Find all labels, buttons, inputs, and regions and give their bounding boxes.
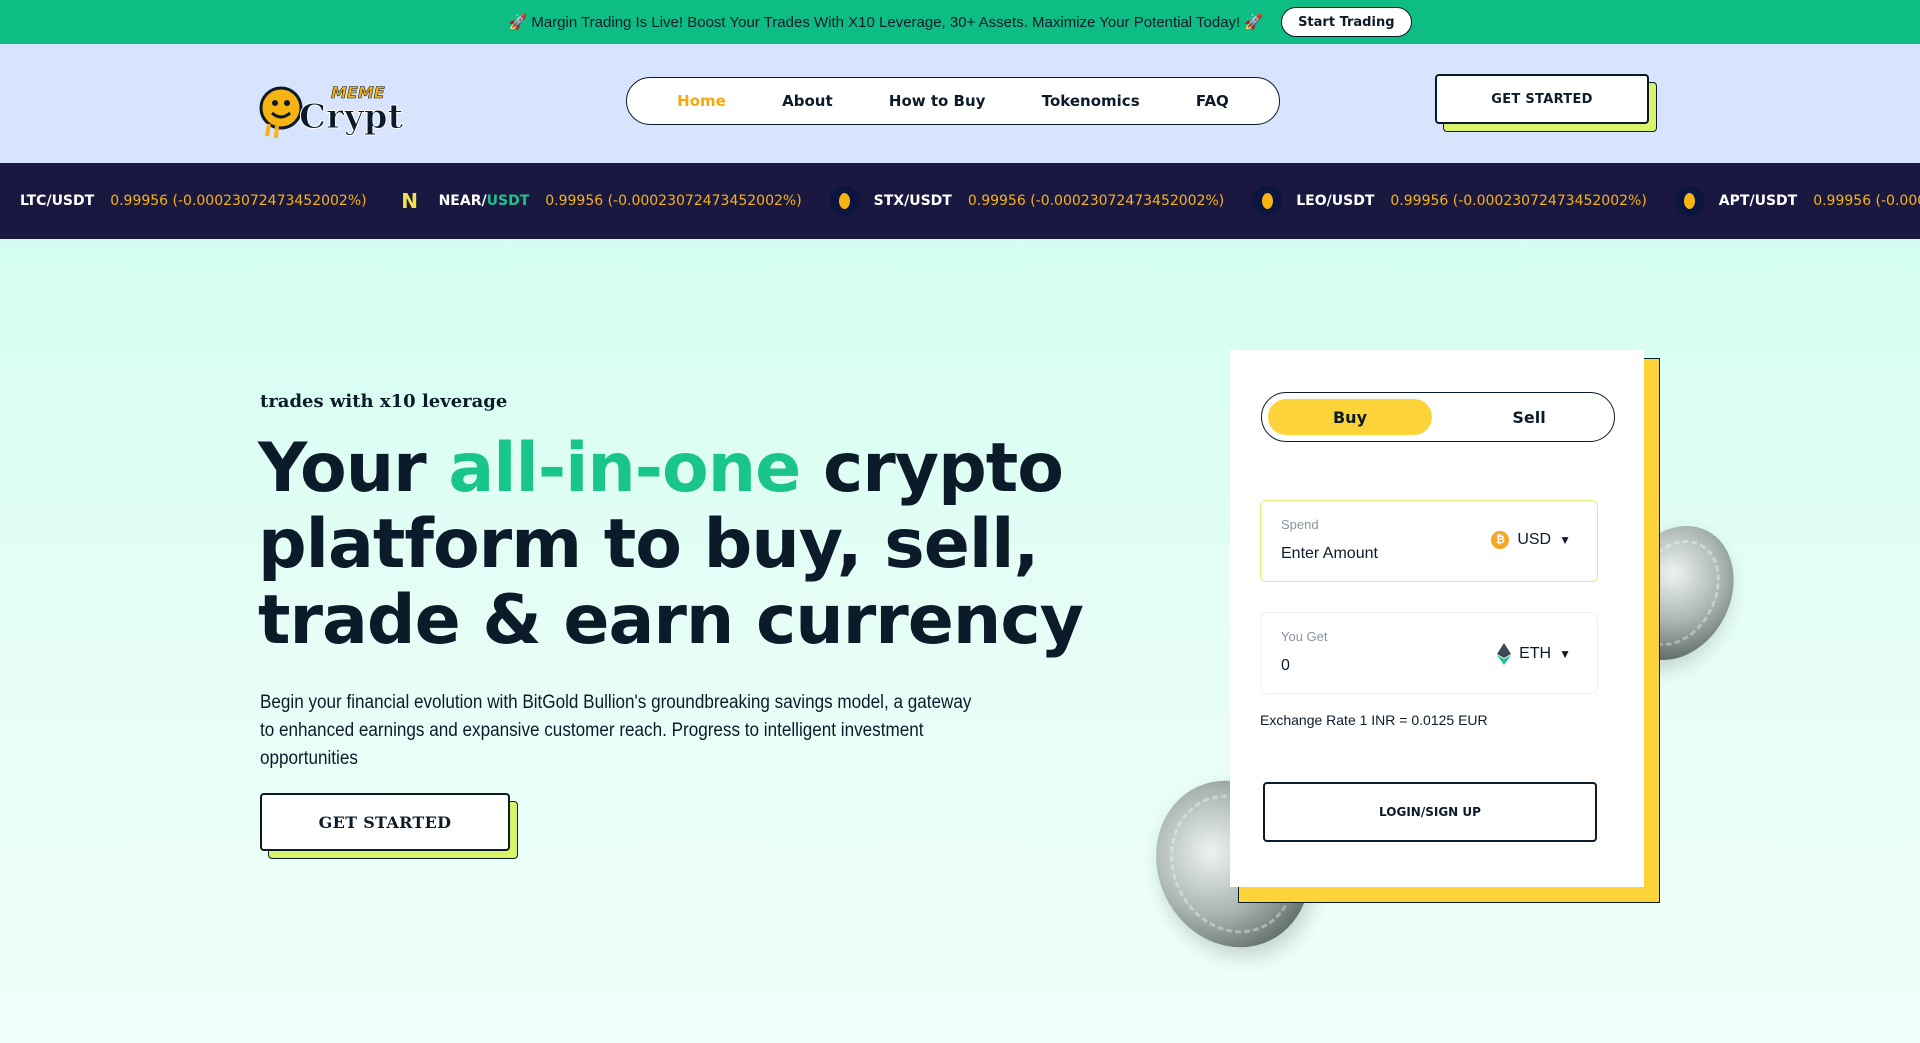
coin-icon	[1252, 186, 1283, 216]
swap-card: Buy Sell Spend Enter Amount ₿ USD ▼ You …	[1230, 350, 1644, 887]
header-get-started-label: GET STARTED	[1435, 74, 1649, 124]
ticker-item: N NEAR/USDT 0.99956 (-0.0002307247345200…	[395, 186, 802, 216]
you-get-label: You Get	[1281, 629, 1328, 644]
ticker-pair: STX/USDT	[873, 193, 952, 209]
site-header: MEME Crypt Home About How to Buy Tokenom…	[0, 44, 1920, 163]
ticker-pair: LEO/USDT	[1296, 193, 1375, 209]
header-get-started-button[interactable]: GET STARTED	[1435, 74, 1657, 132]
main-nav: Home About How to Buy Tokenomics FAQ	[626, 77, 1280, 125]
nav-tokenomics[interactable]: Tokenomics	[1042, 92, 1140, 110]
spend-label: Spend	[1281, 517, 1319, 532]
near-icon: N	[401, 189, 418, 213]
ticker-value: 0.99956 (-0.00023072473452002%)	[1390, 193, 1647, 209]
announcement-bar: 🚀 Margin Trading Is Live! Boost Your Tra…	[0, 0, 1920, 44]
coin-icon	[1674, 186, 1705, 216]
hero-description: Begin your financial evolution with BitG…	[260, 692, 972, 769]
hero-get-started-button[interactable]: GET STARTED	[260, 793, 518, 859]
logo-main-text: Crypt	[299, 97, 404, 137]
nav-home[interactable]: Home	[677, 92, 726, 110]
buy-sell-toggle: Buy Sell	[1261, 392, 1615, 442]
hero-eyebrow: trades with x10 leverage	[260, 391, 508, 412]
coin-icon	[829, 186, 860, 216]
ticker-value: 0.99956 (-0.00023072473	[1813, 193, 1920, 209]
hero-headline: Your all-in-one crypto platform to buy, …	[258, 429, 1084, 660]
ticker-value: 0.99956 (-0.00023072473452002%)	[967, 193, 1225, 209]
get-currency-select[interactable]: ETH ▼	[1497, 643, 1571, 665]
hero-section: trades with x10 leverage Your all-in-one…	[0, 239, 1920, 1043]
tab-sell[interactable]: Sell	[1450, 399, 1608, 435]
tab-buy[interactable]: Buy	[1268, 399, 1432, 435]
ticker-pair: NEAR/USDT	[438, 193, 530, 209]
caret-down-icon: ▼	[1559, 533, 1571, 547]
login-signup-button[interactable]: LOGIN/SIGN UP	[1263, 782, 1597, 842]
hero-get-started-label: GET STARTED	[260, 793, 510, 851]
logo[interactable]: MEME Crypt	[257, 76, 432, 140]
ticker-item: APT/USDT 0.99956 (-0.00023072473	[1674, 186, 1920, 216]
you-get-amount: 0	[1281, 657, 1290, 674]
spend-field[interactable]: Spend Enter Amount ₿ USD ▼	[1260, 500, 1598, 582]
get-currency-label: ETH	[1519, 645, 1552, 662]
ticker-value: 0.99956 (-0.00023072473452002%)	[110, 193, 367, 209]
nav-how-to-buy[interactable]: How to Buy	[889, 92, 986, 110]
ticker-value: 0.99956 (-0.00023072473452002%)	[545, 193, 802, 209]
ticker-pair: APT/USDT	[1718, 193, 1798, 209]
exchange-rate: Exchange Rate 1 INR = 0.0125 EUR	[1260, 712, 1488, 728]
announcement-message: 🚀 Margin Trading Is Live! Boost Your Tra…	[508, 14, 1264, 31]
ethereum-icon	[1497, 643, 1512, 665]
nav-about[interactable]: About	[782, 92, 833, 110]
spend-currency-label: USD	[1517, 531, 1552, 548]
ticker-item: LEO/USDT 0.99956 (-0.00023072473452002%)	[1252, 186, 1647, 216]
start-trading-button[interactable]: Start Trading	[1281, 7, 1412, 37]
ticker-pair: LTC/USDT	[20, 193, 95, 209]
spend-amount-input[interactable]: Enter Amount	[1281, 545, 1378, 563]
headline-highlight: all-in-one	[448, 429, 801, 508]
caret-down-icon: ▼	[1559, 647, 1571, 661]
ticker-item: LTC/USDT 0.99956 (-0.00023072473452002%)	[0, 193, 367, 209]
spend-currency-select[interactable]: ₿ USD ▼	[1491, 531, 1571, 549]
ticker-item: STX/USDT 0.99956 (-0.00023072473452002%)	[829, 186, 1225, 216]
bitcoin-icon: ₿	[1491, 531, 1510, 549]
price-ticker: LTC/USDT 0.99956 (-0.00023072473452002%)…	[0, 163, 1920, 239]
you-get-field[interactable]: You Get 0 ETH ▼	[1260, 612, 1598, 694]
nav-faq[interactable]: FAQ	[1196, 92, 1229, 110]
